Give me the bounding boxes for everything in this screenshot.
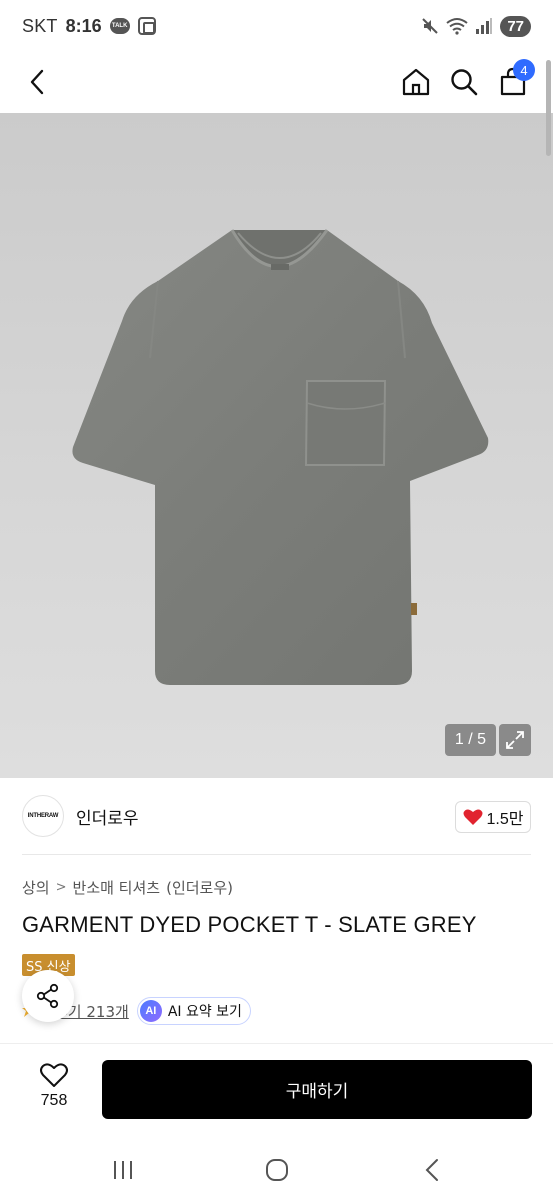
back-system-button[interactable] xyxy=(412,1152,452,1188)
bottom-action-bar: 758 구매하기 xyxy=(0,1044,553,1140)
ai-summary-label: AI 요약 보기 xyxy=(167,1004,242,1020)
heart-filled-icon xyxy=(463,809,483,825)
divider xyxy=(22,854,531,855)
ai-icon: AI xyxy=(139,1000,162,1022)
back-button[interactable] xyxy=(16,60,60,104)
search-button[interactable] xyxy=(442,60,486,104)
brand-like-button[interactable]: 1.5만 xyxy=(455,801,531,833)
wishlist-button[interactable]: 758 xyxy=(22,1062,86,1120)
cart-button[interactable]: 4 xyxy=(491,59,535,104)
top-nav: 4 xyxy=(0,52,553,112)
battery-icon: 77 xyxy=(500,15,531,37)
home-button[interactable] xyxy=(394,60,438,104)
back-system-icon xyxy=(425,1159,438,1181)
product-title: GARMENT DYED POCKET T - SLATE GREY xyxy=(22,912,477,937)
heart-outline-icon xyxy=(40,1063,68,1087)
status-bar: SKT 8:16 TALK 77 xyxy=(0,0,553,52)
brand-name[interactable]: 인더로우 xyxy=(76,804,139,829)
breadcrumb: 상의 > 반소매 티셔츠 (인더로우) xyxy=(22,877,233,898)
wishlist-count: 758 xyxy=(40,1092,68,1109)
scrollbar[interactable] xyxy=(546,60,551,156)
breadcrumb-subcategory[interactable]: 반소매 티셔츠 xyxy=(73,877,161,898)
brand-logo[interactable]: INTHERAW xyxy=(22,795,64,837)
clock: 8:16 xyxy=(65,15,102,36)
signal-icon xyxy=(476,18,493,34)
expand-icon xyxy=(506,731,524,749)
home-system-icon xyxy=(266,1159,288,1181)
product-image[interactable] xyxy=(0,113,553,778)
mute-icon xyxy=(422,18,439,34)
status-right: 77 xyxy=(421,15,531,37)
carrier-label: SKT xyxy=(22,15,58,36)
brand-like-count: 1.5만 xyxy=(486,811,524,828)
share-icon xyxy=(36,983,59,1009)
expand-button[interactable] xyxy=(499,724,531,756)
system-nav-bar xyxy=(0,1140,553,1200)
cart-badge: 4 xyxy=(513,59,535,81)
home-icon xyxy=(402,68,430,96)
brand-row[interactable]: INTHERAW 인더로우 1.5만 xyxy=(0,778,553,854)
recent-apps-icon xyxy=(114,1161,132,1179)
share-button[interactable] xyxy=(22,970,74,1022)
ai-summary-button[interactable]: AI AI 요약 보기 xyxy=(136,997,251,1025)
chevron-right-icon: > xyxy=(55,880,67,895)
buy-button[interactable]: 구매하기 xyxy=(102,1060,532,1119)
talk-icon: TALK xyxy=(109,18,130,34)
breadcrumb-brand[interactable]: (인더로우) xyxy=(166,877,233,898)
image-counter: 1 / 5 xyxy=(445,724,496,756)
breadcrumb-category[interactable]: 상의 xyxy=(22,877,50,898)
recent-apps-button[interactable] xyxy=(103,1152,143,1188)
tshirt-image xyxy=(72,229,489,685)
search-icon xyxy=(451,69,478,96)
home-system-button[interactable] xyxy=(257,1152,297,1188)
back-icon xyxy=(30,69,44,95)
status-left: SKT 8:16 TALK xyxy=(22,16,156,37)
screen-record-icon xyxy=(137,17,156,35)
wifi-icon xyxy=(446,18,468,35)
